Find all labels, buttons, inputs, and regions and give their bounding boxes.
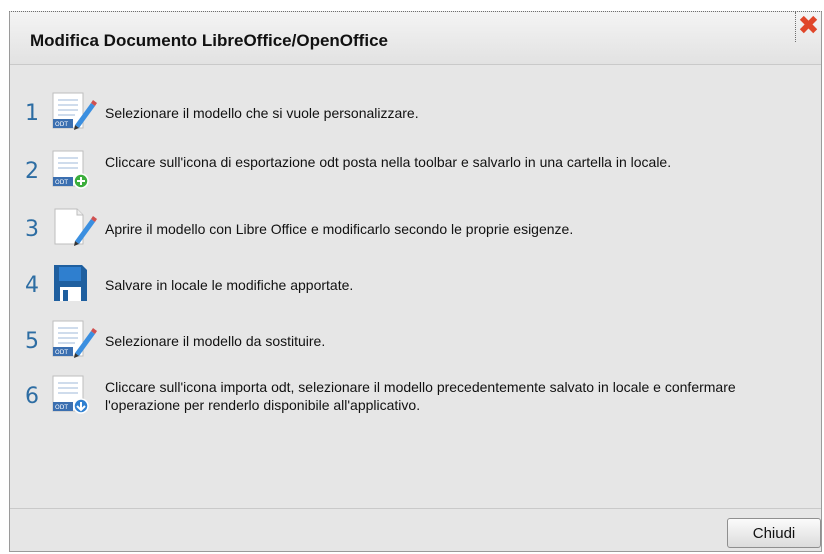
odt-document-edit-icon: ODT — [51, 319, 101, 359]
odt-document-export-icon: ODT — [51, 149, 101, 189]
odt-document-import-icon: ODT — [51, 374, 101, 414]
step-number: 1 — [25, 101, 39, 126]
odt-badge-label: ODT — [55, 121, 68, 128]
step-number: 5 — [25, 329, 39, 354]
close-dialog-button[interactable]: ✖ — [795, 12, 821, 42]
dialog-title: Modifica Documento LibreOffice/OpenOffic… — [30, 31, 388, 50]
odt-document-edit-icon: ODT — [51, 91, 101, 131]
step-text: Selezionare il modello da sostituire. — [105, 333, 326, 349]
step-number: 6 — [25, 384, 39, 409]
step-number: 3 — [25, 217, 39, 242]
step-text: Selezionare il modello che si vuole pers… — [105, 105, 419, 121]
close-icon: ✖ — [797, 11, 820, 41]
odt-badge-label: ODT — [55, 349, 68, 356]
blank-document-edit-icon — [51, 207, 101, 247]
floppy-disk-icon — [51, 263, 101, 303]
dialog-titlebar: Modifica Documento LibreOffice/OpenOffic… — [10, 12, 821, 65]
step-number: 2 — [25, 159, 39, 184]
step-text: Cliccare sull'icona importa odt, selezio… — [105, 379, 736, 413]
odt-badge-label: ODT — [55, 179, 68, 186]
chiudi-button[interactable]: Chiudi — [727, 518, 821, 548]
odt-badge-label: ODT — [55, 404, 68, 411]
step-text: Cliccare sull'icona di esportazione odt … — [105, 154, 672, 170]
dialog-window: Modifica Documento LibreOffice/OpenOffic… — [9, 11, 822, 552]
dialog-footer: Chiudi — [10, 508, 821, 551]
step-text: Aprire il modello con Libre Office e mod… — [105, 221, 574, 237]
step-number: 4 — [25, 273, 39, 298]
step-text: Salvare in locale le modifiche apportate… — [105, 277, 354, 293]
